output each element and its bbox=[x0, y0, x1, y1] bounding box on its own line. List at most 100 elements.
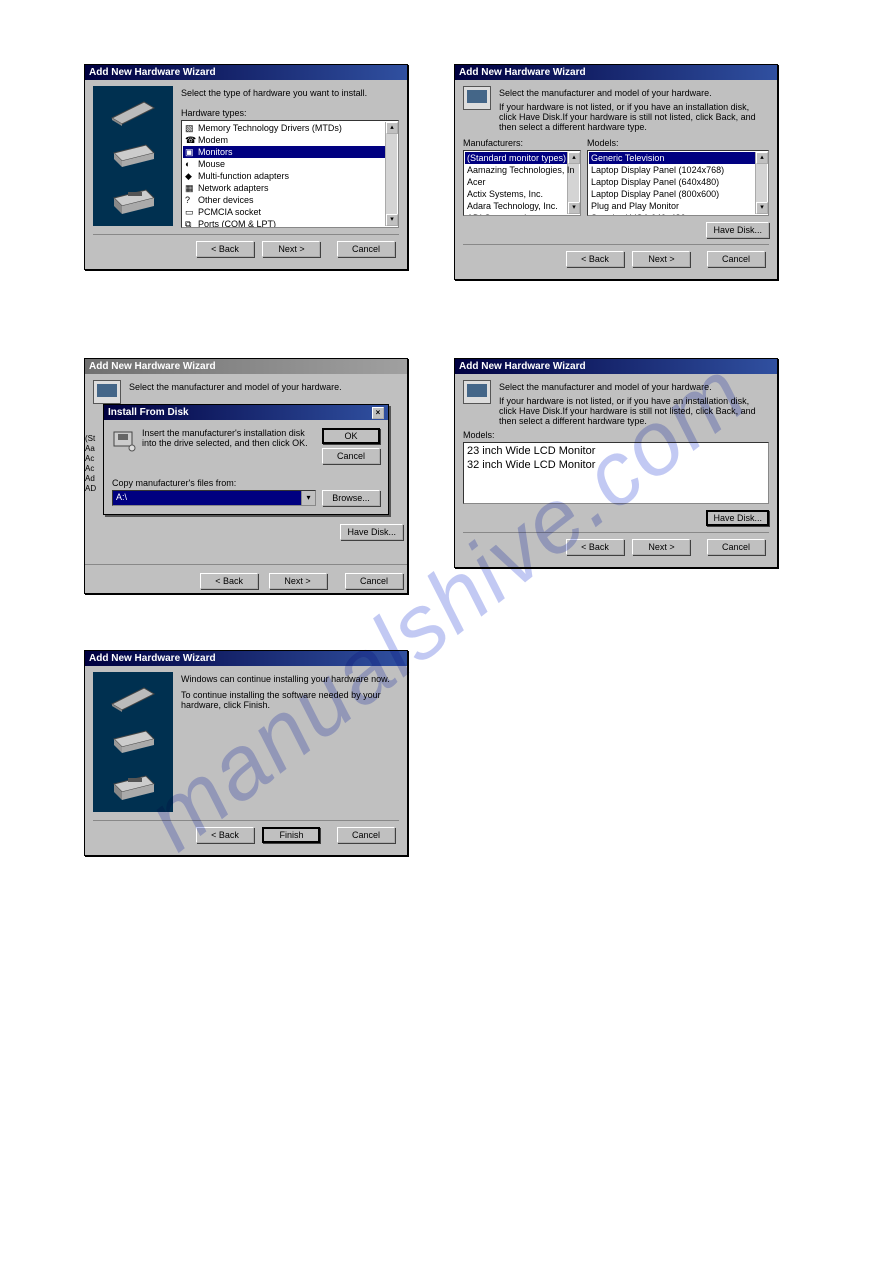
combo-value: A:\ bbox=[113, 491, 301, 505]
scroll-down-icon[interactable]: ▾ bbox=[386, 214, 398, 226]
list-item[interactable]: Laptop Display Panel (1024x768) bbox=[589, 164, 755, 176]
list-item[interactable]: Laptop Display Panel (800x600) bbox=[589, 188, 755, 200]
list-label: Memory Technology Drivers (MTDs) bbox=[198, 123, 342, 133]
models-label: Models: bbox=[587, 138, 769, 148]
scrollbar[interactable]: ▴▾ bbox=[567, 152, 579, 214]
list-item[interactable]: Aamazing Technologies, In bbox=[465, 164, 567, 176]
next-button[interactable]: Next > bbox=[262, 241, 320, 257]
network-icon: ▦ bbox=[185, 183, 195, 193]
list-label: Monitors bbox=[198, 147, 233, 157]
list-label: Network adapters bbox=[198, 183, 269, 193]
cancel-button[interactable]: Cancel bbox=[707, 251, 765, 267]
list-item[interactable]: (Standard monitor types) bbox=[465, 152, 567, 164]
scroll-up-icon[interactable]: ▴ bbox=[386, 122, 398, 134]
list-item[interactable]: 23 inch Wide LCD Monitor bbox=[465, 444, 767, 458]
list-label: Ports (COM & LPT) bbox=[198, 219, 276, 228]
list-item[interactable]: ◆Multi-function adapters bbox=[183, 170, 385, 182]
list-label: ADI Systems, Inc. bbox=[467, 213, 539, 216]
list-item[interactable]: ▧Memory Technology Drivers (MTDs) bbox=[183, 122, 385, 134]
list-item[interactable]: ▭PCMCIA socket bbox=[183, 206, 385, 218]
list-item[interactable]: Laptop Display Panel (640x480) bbox=[589, 176, 755, 188]
mouse-icon: ◐ bbox=[185, 159, 195, 169]
list-item[interactable]: ◐Mouse bbox=[183, 158, 385, 170]
modal-cancel-button[interactable]: Cancel bbox=[322, 448, 380, 464]
card-icon bbox=[108, 96, 158, 130]
back-button[interactable]: < Back bbox=[566, 251, 624, 267]
scroll-up-icon[interactable]: ▴ bbox=[756, 152, 768, 164]
scroll-up-icon[interactable]: ▴ bbox=[568, 152, 580, 164]
list-label: Multi-function adapters bbox=[198, 171, 289, 181]
list-item[interactable]: Plug and Play Monitor bbox=[589, 200, 755, 212]
drive-icon bbox=[108, 725, 158, 759]
copy-from-combo[interactable]: A:\ ▾ bbox=[112, 490, 316, 506]
monitor-icon bbox=[93, 380, 121, 404]
wizard-sidebar bbox=[93, 86, 173, 226]
list-label: Mouse bbox=[198, 159, 225, 169]
list-item[interactable]: ⧉Ports (COM & LPT) bbox=[183, 218, 385, 228]
mfr-fragment: Ac bbox=[85, 464, 101, 474]
list-item[interactable]: ▦Network adapters bbox=[183, 182, 385, 194]
list-label: Laptop Display Panel (640x480) bbox=[591, 177, 719, 187]
copy-from-label: Copy manufacturer's files from: bbox=[112, 478, 380, 488]
wizard-sidebar bbox=[93, 672, 173, 812]
scroll-down-icon[interactable]: ▾ bbox=[568, 202, 580, 214]
hwtypes-listbox[interactable]: ▴ ▾ ▧Memory Technology Drivers (MTDs) ☎M… bbox=[181, 120, 399, 228]
list-item[interactable]: ?Other devices bbox=[183, 194, 385, 206]
next-button[interactable]: Next > bbox=[269, 573, 327, 589]
list-item[interactable]: 32 inch Wide LCD Monitor bbox=[465, 458, 767, 472]
chevron-down-icon[interactable]: ▾ bbox=[301, 491, 315, 505]
list-item[interactable]: Generic Television bbox=[589, 152, 755, 164]
back-button[interactable]: < Back bbox=[566, 539, 624, 555]
titlebar: Add New Hardware Wizard bbox=[455, 65, 777, 80]
cancel-button[interactable]: Cancel bbox=[337, 827, 395, 843]
modem-icon: ☎ bbox=[185, 135, 195, 145]
dialog-finish: Add New Hardware Wizard Windows can cont… bbox=[84, 650, 408, 856]
list-item[interactable]: Adara Technology, Inc. bbox=[465, 200, 567, 212]
mfr-fragment: Ac bbox=[85, 454, 101, 464]
have-disk-button[interactable]: Have Disk... bbox=[706, 222, 769, 238]
back-button[interactable]: < Back bbox=[200, 573, 258, 589]
list-label: Actix Systems, Inc. bbox=[467, 189, 543, 199]
ok-button[interactable]: OK bbox=[322, 428, 380, 444]
back-button[interactable]: < Back bbox=[196, 241, 254, 257]
mfr-fragment: (St bbox=[85, 434, 101, 444]
list-label: Plug and Play Monitor bbox=[591, 201, 679, 211]
list-label: (Standard monitor types) bbox=[467, 153, 566, 163]
monitor-icon: ▣ bbox=[185, 147, 195, 157]
cancel-button[interactable]: Cancel bbox=[707, 539, 765, 555]
list-item[interactable]: ADI Systems, Inc. bbox=[465, 212, 567, 216]
chip-icon: ▧ bbox=[185, 123, 195, 133]
scrollbar[interactable]: ▴▾ bbox=[755, 152, 767, 214]
list-label: Generic Television bbox=[591, 153, 664, 163]
list-label: Adara Technology, Inc. bbox=[467, 201, 558, 211]
back-button[interactable]: < Back bbox=[196, 827, 254, 843]
have-disk-button[interactable]: Have Disk... bbox=[340, 524, 403, 540]
next-button[interactable]: Next > bbox=[632, 251, 690, 267]
titlebar: Add New Hardware Wizard bbox=[455, 359, 777, 374]
scrollbar[interactable]: ▴ ▾ bbox=[385, 122, 397, 226]
dialog-mfr-model: Add New Hardware Wizard Select the manuf… bbox=[454, 64, 778, 280]
next-button[interactable]: Next > bbox=[632, 539, 690, 555]
scroll-down-icon[interactable]: ▾ bbox=[756, 202, 768, 214]
list-item[interactable]: Actix Systems, Inc. bbox=[465, 188, 567, 200]
list-label: 23 inch Wide LCD Monitor bbox=[467, 445, 595, 457]
pcmcia-icon: ▭ bbox=[185, 207, 195, 217]
list-label: PCMCIA socket bbox=[198, 207, 261, 217]
list-item[interactable]: Standard VGA 640x480 bbox=[589, 212, 755, 216]
instruction-text: Windows can continue installing your har… bbox=[181, 674, 399, 684]
list-label: Aamazing Technologies, In bbox=[467, 165, 574, 175]
list-item[interactable]: ▣Monitors bbox=[183, 146, 385, 158]
have-disk-button[interactable]: Have Disk... bbox=[706, 510, 769, 526]
models-label: Models: bbox=[463, 430, 769, 440]
list-item[interactable]: ☎Modem bbox=[183, 134, 385, 146]
list-item[interactable]: Acer bbox=[465, 176, 567, 188]
models-listbox[interactable]: ▴▾ Generic Television Laptop Display Pan… bbox=[587, 150, 769, 216]
cancel-button[interactable]: Cancel bbox=[345, 573, 403, 589]
floppy-drive-icon bbox=[108, 768, 158, 802]
browse-button[interactable]: Browse... bbox=[322, 490, 380, 506]
manufacturers-listbox[interactable]: ▴▾ (Standard monitor types) Aamazing Tec… bbox=[463, 150, 581, 216]
cancel-button[interactable]: Cancel bbox=[337, 241, 395, 257]
models-listbox[interactable]: 23 inch Wide LCD Monitor 32 inch Wide LC… bbox=[463, 442, 769, 504]
finish-button[interactable]: Finish bbox=[262, 827, 320, 843]
close-icon[interactable]: × bbox=[372, 407, 384, 419]
